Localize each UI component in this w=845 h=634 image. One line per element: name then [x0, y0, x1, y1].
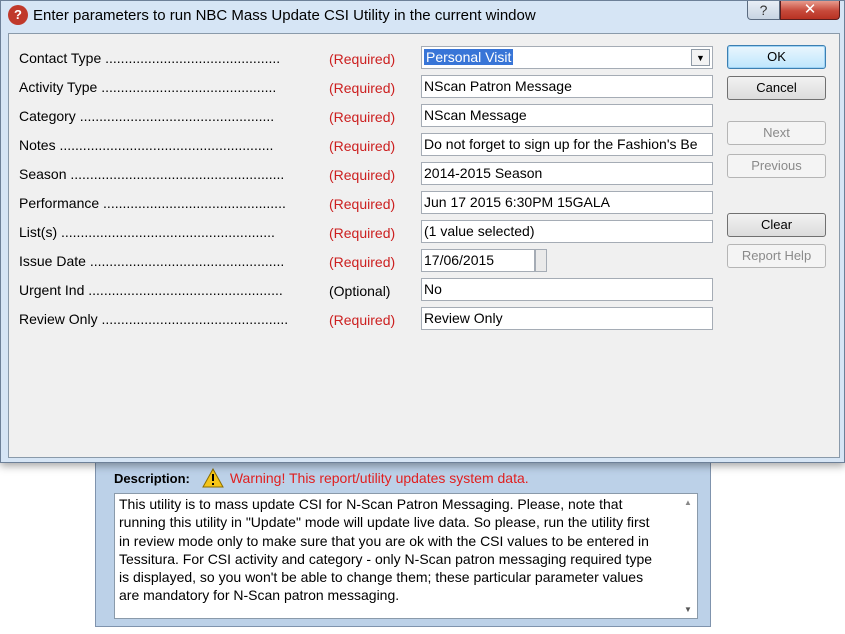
date-picker-button[interactable]: [535, 249, 547, 272]
param-label: Contact Type ...........................…: [19, 50, 281, 66]
next-button[interactable]: Next: [727, 121, 826, 145]
performance-field[interactable]: Jun 17 2015 6:30PM 15GALA: [421, 191, 713, 214]
param-row-urgent-ind: Urgent Ind .............................…: [19, 278, 719, 301]
param-row-season: Season .................................…: [19, 162, 719, 185]
param-status: (Required): [329, 225, 396, 241]
param-status: (Required): [329, 138, 396, 154]
param-label: Notes ..................................…: [19, 137, 274, 153]
issue-date-field[interactable]: 17/06/2015: [421, 249, 535, 272]
help-button[interactable]: ?: [747, 1, 780, 20]
chevron-down-icon[interactable]: ▼: [691, 49, 710, 66]
close-button[interactable]: ✕: [780, 1, 840, 20]
param-row-notes: Notes ..................................…: [19, 133, 719, 156]
description-text: This utility is to mass update CSI for N…: [119, 496, 653, 604]
description-label: Description:: [114, 470, 190, 486]
param-status: (Optional): [329, 283, 391, 299]
param-row-issue-date: Issue Date .............................…: [19, 249, 719, 272]
parameters-panel: Contact Type ...........................…: [8, 33, 840, 458]
urgent-ind-field[interactable]: No: [421, 278, 713, 301]
param-label: Activity Type ..........................…: [19, 79, 277, 95]
previous-button[interactable]: Previous: [727, 154, 826, 178]
parameters-dialog: ? Enter parameters to run NBC Mass Updat…: [0, 0, 845, 463]
param-status: (Required): [329, 254, 396, 270]
param-row-activity-type: Activity Type ..........................…: [19, 75, 719, 98]
param-label: Season .................................…: [19, 166, 285, 182]
clear-button[interactable]: Clear: [727, 213, 826, 237]
param-label: List(s) ................................…: [19, 224, 275, 240]
param-status: (Required): [329, 167, 396, 183]
param-row-contact-type: Contact Type ...........................…: [19, 46, 719, 69]
app-logo-icon: ?: [8, 5, 28, 25]
contact-type-value: Personal Visit: [424, 49, 514, 65]
contact-type-select[interactable]: Personal Visit ▼: [421, 46, 713, 69]
dialog-title: Enter parameters to run NBC Mass Update …: [33, 7, 536, 24]
season-field[interactable]: 2014-2015 Season: [421, 162, 713, 185]
notes-field[interactable]: Do not forget to sign up for the Fashion…: [421, 133, 713, 156]
report-help-button[interactable]: Report Help: [727, 244, 826, 268]
param-row-lists: List(s) ................................…: [19, 220, 719, 243]
activity-type-field[interactable]: NScan Patron Message: [421, 75, 713, 98]
param-label: Review Only ............................…: [19, 311, 289, 327]
param-status: (Required): [329, 80, 396, 96]
lists-field[interactable]: (1 value selected): [421, 220, 713, 243]
param-status: (Required): [329, 51, 396, 67]
ok-button[interactable]: OK: [727, 45, 826, 69]
scroll-up-icon[interactable]: ▲: [684, 498, 692, 507]
param-status: (Required): [329, 196, 396, 212]
warning-icon: [201, 468, 224, 488]
param-row-performance: Performance ............................…: [19, 191, 719, 214]
cancel-button[interactable]: Cancel: [727, 76, 826, 100]
description-header: Description: Warning! This report/utilit…: [114, 468, 529, 488]
description-window: Description: Warning! This report/utilit…: [95, 455, 711, 627]
param-row-review-only: Review Only ............................…: [19, 307, 719, 330]
scroll-down-icon[interactable]: ▼: [684, 605, 692, 614]
warning-text: Warning! This report/utility updates sys…: [229, 470, 529, 486]
param-label: Performance ............................…: [19, 195, 286, 211]
param-status: (Required): [329, 109, 396, 125]
param-label: Urgent Ind .............................…: [19, 282, 283, 298]
title-bar[interactable]: ? Enter parameters to run NBC Mass Updat…: [1, 1, 844, 31]
param-label: Category ...............................…: [19, 108, 275, 124]
description-textbox[interactable]: This utility is to mass update CSI for N…: [114, 493, 698, 619]
param-label: Issue Date .............................…: [19, 253, 285, 269]
category-field[interactable]: NScan Message: [421, 104, 713, 127]
description-scrollbar[interactable]: ▲ ▼: [680, 494, 697, 618]
param-status: (Required): [329, 312, 396, 328]
review-only-field[interactable]: Review Only: [421, 307, 713, 330]
param-row-category: Category ...............................…: [19, 104, 719, 127]
